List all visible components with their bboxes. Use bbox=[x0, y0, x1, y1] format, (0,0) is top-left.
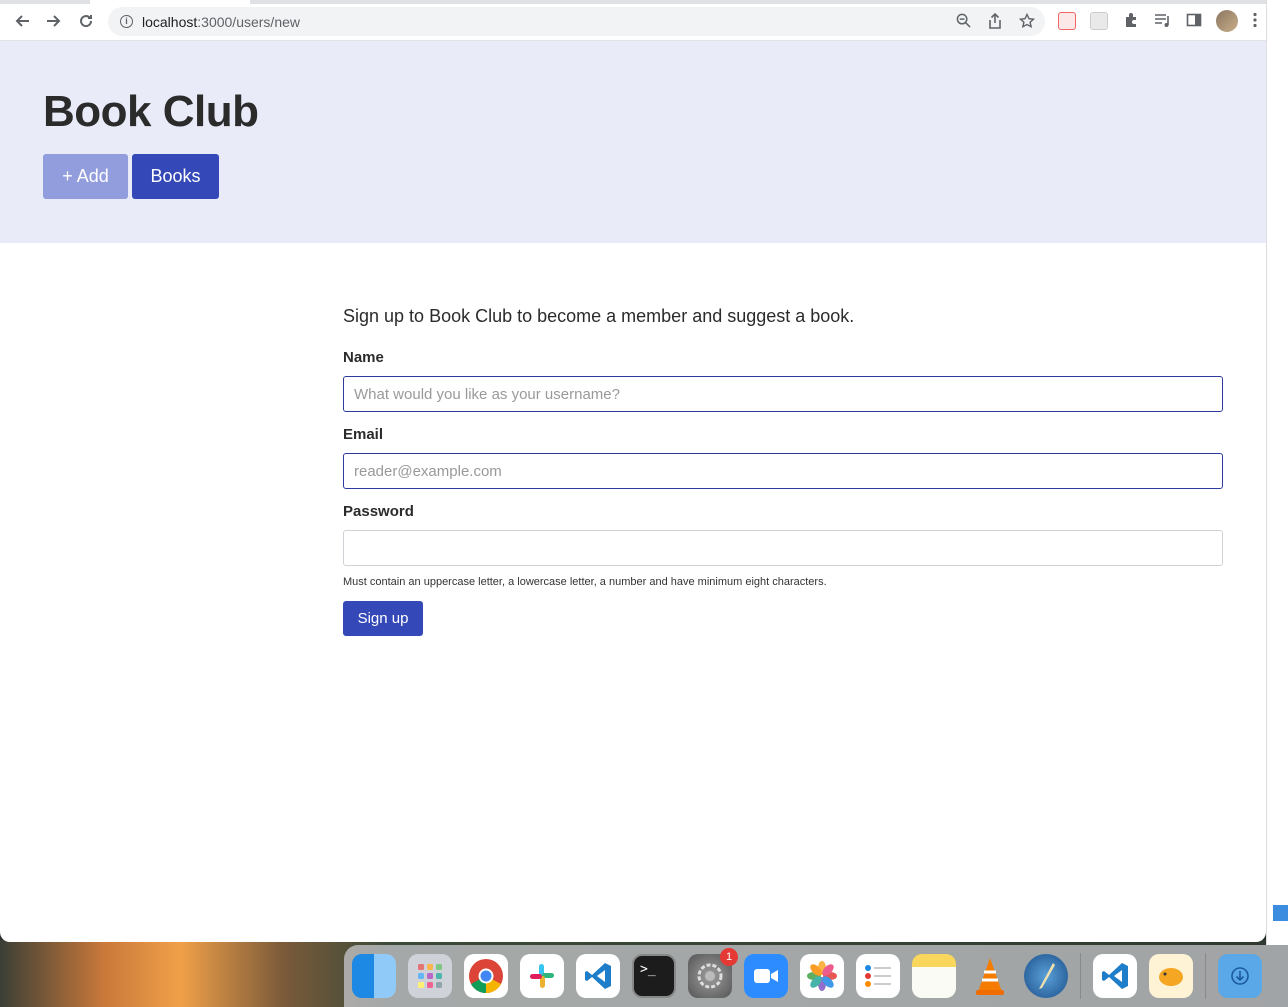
side-panel-icon[interactable] bbox=[1186, 12, 1204, 30]
macos-dock: >_ 1 bbox=[344, 945, 1288, 1007]
browser-toolbar: i localhost:3000/users/new bbox=[0, 0, 1266, 41]
signup-form: Sign up to Book Club to become a member … bbox=[343, 306, 1223, 636]
browser-window: i localhost:3000/users/new Book Club + … bbox=[0, 0, 1266, 942]
share-icon[interactable] bbox=[988, 12, 1002, 33]
tableplus-icon[interactable] bbox=[1149, 954, 1193, 998]
quill-app-icon[interactable] bbox=[1024, 954, 1068, 998]
media-queue-icon[interactable] bbox=[1154, 12, 1172, 30]
dock-divider-2 bbox=[1205, 953, 1206, 999]
chrome-menu-icon[interactable] bbox=[1252, 12, 1266, 30]
site-info-icon[interactable]: i bbox=[120, 15, 133, 28]
slack-icon[interactable] bbox=[520, 954, 564, 998]
extension-grey-icon[interactable] bbox=[1090, 12, 1108, 30]
url-path: :3000/users/new bbox=[197, 13, 300, 30]
extension-red-icon[interactable] bbox=[1058, 12, 1076, 30]
terminal-icon[interactable]: >_ bbox=[632, 954, 676, 998]
url-host: localhost bbox=[142, 13, 198, 30]
name-input[interactable]: What would you like as your username? bbox=[343, 376, 1223, 412]
password-input[interactable] bbox=[343, 530, 1223, 566]
signup-button[interactable]: Sign up bbox=[343, 601, 423, 636]
profile-avatar[interactable] bbox=[1216, 10, 1238, 32]
name-label: Name bbox=[343, 349, 384, 366]
signup-intro: Sign up to Book Club to become a member … bbox=[343, 306, 855, 326]
notification-badge: 1 bbox=[720, 948, 738, 966]
email-label: Email bbox=[343, 426, 384, 443]
email-input[interactable]: reader@example.com bbox=[343, 453, 1223, 489]
zoom-app-icon[interactable] bbox=[744, 954, 788, 998]
forward-icon[interactable] bbox=[42, 9, 66, 33]
finder-icon[interactable] bbox=[352, 954, 396, 998]
launchpad-icon[interactable] bbox=[408, 954, 452, 998]
vscode-recent-icon[interactable] bbox=[1093, 954, 1137, 998]
vlc-icon[interactable] bbox=[968, 954, 1012, 998]
page-header: Book Club + Add Books bbox=[0, 41, 1266, 243]
reminders-icon[interactable] bbox=[856, 954, 900, 998]
password-label: Password bbox=[343, 503, 414, 520]
books-button[interactable]: Books bbox=[132, 154, 219, 199]
system-preferences-icon[interactable]: 1 bbox=[688, 948, 738, 998]
notes-icon[interactable] bbox=[912, 954, 956, 998]
extensions-puzzle-icon[interactable] bbox=[1122, 12, 1140, 30]
add-button[interactable]: + Add bbox=[43, 154, 128, 199]
chrome-icon[interactable] bbox=[464, 954, 508, 998]
back-icon[interactable] bbox=[10, 9, 34, 33]
downloads-folder-icon[interactable] bbox=[1218, 954, 1262, 998]
background-window-edge bbox=[1266, 0, 1288, 945]
address-bar[interactable]: i localhost:3000/users/new bbox=[108, 7, 1045, 36]
reload-icon[interactable] bbox=[74, 9, 98, 33]
bookmark-star-icon[interactable] bbox=[1018, 12, 1036, 33]
zoom-icon[interactable] bbox=[956, 13, 971, 32]
photos-icon[interactable] bbox=[800, 954, 844, 998]
password-help-text: Must contain an uppercase letter, a lowe… bbox=[343, 576, 827, 588]
page-title: Book Club bbox=[43, 87, 259, 136]
dock-divider bbox=[1080, 953, 1081, 999]
vscode-icon[interactable] bbox=[576, 954, 620, 998]
